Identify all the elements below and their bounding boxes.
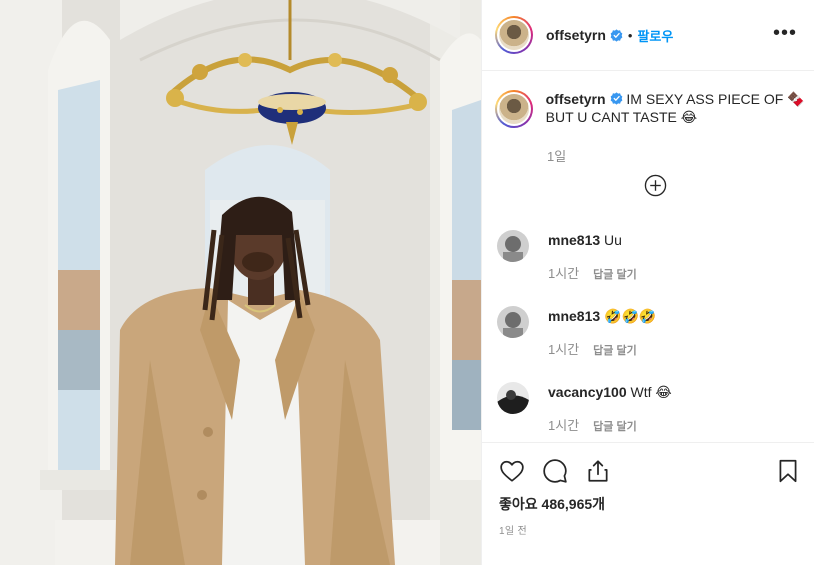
post-side-panel: offsetyrn • 팔로우 ••• offsetyrn IM SEXY AS… xyxy=(481,0,814,565)
comment-icon[interactable] xyxy=(542,458,568,484)
comment-username[interactable]: mne813 xyxy=(548,308,600,324)
caption-author-avatar[interactable] xyxy=(495,90,533,128)
share-icon[interactable] xyxy=(585,458,611,484)
comment-time[interactable]: 1시간 xyxy=(548,342,579,357)
comment-text-line: mne813 🤣🤣🤣 xyxy=(548,308,656,325)
comment-time[interactable]: 1시간 xyxy=(548,266,579,281)
author-avatar[interactable] xyxy=(495,16,533,54)
verified-badge-icon xyxy=(610,28,623,42)
comment-username[interactable]: vacancy100 xyxy=(548,384,627,400)
reply-button[interactable]: 답글 달기 xyxy=(593,421,637,433)
heart-icon[interactable] xyxy=(499,458,525,484)
comment-text: 🤣🤣🤣 xyxy=(604,308,657,324)
post-footer: 좋아요 486,965개 1일 전 xyxy=(482,442,814,565)
comment-username[interactable]: mne813 xyxy=(548,232,600,248)
commenter-avatar[interactable] xyxy=(497,306,529,338)
plus-circle-icon[interactable] xyxy=(644,174,667,197)
reply-button[interactable]: 답글 달기 xyxy=(593,269,637,281)
caption-timestamp: 1일 xyxy=(547,149,567,164)
verified-badge-icon xyxy=(610,92,622,105)
comment-text-line: mne813 Uu xyxy=(548,232,622,248)
reply-button[interactable]: 답글 달기 xyxy=(593,345,637,357)
post-timestamp[interactable]: 1일 전 xyxy=(499,522,527,537)
comment-text-line: vacancy100 Wtf 😂 xyxy=(548,384,672,401)
post-caption: offsetyrn IM SEXY ASS PIECE OF 🍫 BUT U C… xyxy=(495,90,805,128)
bookmark-icon[interactable] xyxy=(775,458,801,484)
more-options-icon[interactable]: ••• xyxy=(773,23,797,43)
caption-username[interactable]: offsetyrn xyxy=(546,91,606,107)
comment-time[interactable]: 1시간 xyxy=(548,418,579,433)
caption-body: offsetyrn IM SEXY ASS PIECE OF 🍫 BUT U C… xyxy=(546,90,805,128)
commenter-avatar[interactable] xyxy=(497,382,529,414)
comment-text: Wtf 😂 xyxy=(630,384,672,400)
like-count[interactable]: 좋아요 486,965개 xyxy=(499,494,605,514)
post-header: offsetyrn • 팔로우 ••• xyxy=(482,0,814,71)
action-bar xyxy=(499,458,799,484)
comment-meta: 1시간 답글 달기 xyxy=(548,339,637,358)
post-photo[interactable] xyxy=(0,0,481,565)
photo-image xyxy=(0,0,481,565)
separator-dot: • xyxy=(627,27,633,43)
commenter-avatar[interactable] xyxy=(497,230,529,262)
author-username[interactable]: offsetyrn xyxy=(546,27,606,43)
comment-meta: 1시간 답글 달기 xyxy=(548,415,637,434)
comment-meta: 1시간 답글 달기 xyxy=(548,263,637,282)
follow-button[interactable]: 팔로우 xyxy=(637,26,673,45)
comment-text: Uu xyxy=(604,232,622,248)
